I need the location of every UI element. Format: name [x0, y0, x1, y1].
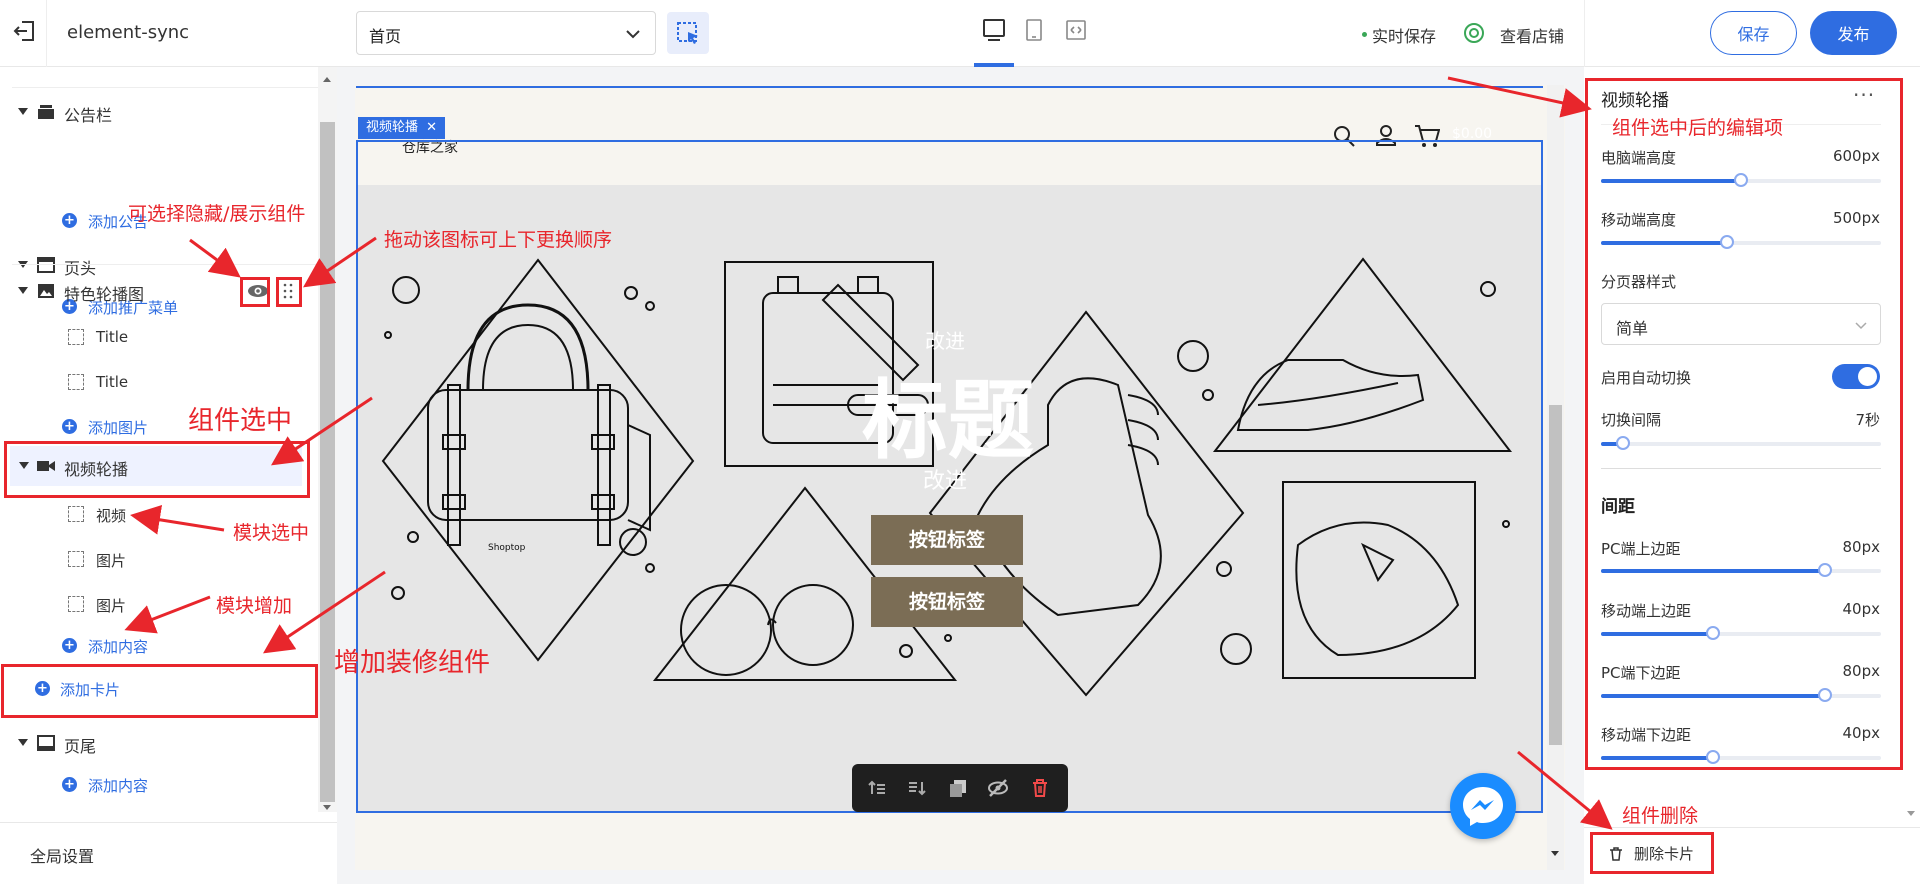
annotation-box-settings-panel	[1585, 78, 1903, 770]
header-divider-right	[1584, 0, 1585, 67]
messenger-chat-button[interactable]	[1450, 773, 1516, 839]
tree-block-label: Title	[96, 328, 129, 346]
scrollbar-thumb[interactable]	[320, 122, 335, 802]
editor-app: element-sync 首页 实时保存 查看店铺 保存 发布 公告栏 + 添加…	[0, 0, 1920, 884]
select-element-button[interactable]	[667, 12, 709, 54]
panel-scrollbar[interactable]	[1902, 67, 1920, 827]
add-label: 添加内容	[88, 777, 149, 795]
component-toolbar	[852, 764, 1068, 812]
selection-top-edge	[356, 86, 1543, 88]
active-view-indicator	[974, 63, 1014, 67]
add-label: 添加内容	[88, 638, 149, 656]
tree-divider	[12, 264, 318, 265]
tree-section-label: 页尾	[64, 737, 97, 756]
save-button[interactable]: 保存	[1710, 11, 1797, 55]
caret-down-icon[interactable]	[18, 287, 28, 294]
selected-component-tag[interactable]: 视频轮播 ✕	[358, 117, 446, 139]
tree-block-title[interactable]: Title	[0, 364, 318, 400]
page-select[interactable]: 首页	[356, 11, 656, 55]
top-header: element-sync 首页 实时保存 查看店铺 保存 发布	[0, 0, 1920, 67]
scroll-down-icon[interactable]	[1906, 810, 1916, 818]
tablet-view-icon[interactable]	[1020, 16, 1048, 44]
tree-section-featured-slideshow[interactable]: 特色轮播图	[0, 271, 318, 311]
header-divider	[46, 0, 47, 67]
annotation-add-component: 增加装修组件	[334, 648, 491, 678]
publish-button[interactable]: 发布	[1810, 11, 1897, 55]
exit-icon[interactable]	[12, 18, 38, 44]
scrollbar-thumb[interactable]	[1549, 405, 1562, 745]
global-settings-label: 全局设置	[30, 847, 95, 866]
duplicate-icon[interactable]	[947, 777, 969, 799]
tree-block-label: Title	[96, 373, 129, 391]
plus-icon: +	[62, 419, 77, 434]
annotation-box-selected-component	[4, 441, 310, 498]
trash-icon[interactable]	[1029, 777, 1051, 799]
cursor-select-icon	[677, 22, 698, 44]
desktop-view-icon[interactable]	[980, 16, 1008, 44]
chevron-down-icon	[626, 30, 640, 39]
caret-down-icon[interactable]	[18, 108, 28, 115]
annotation-hide-show: 可选择隐藏/展示组件	[128, 203, 306, 225]
annotation-edit-items: 组件选中后的编辑项	[1612, 117, 1784, 139]
tree-section-footer[interactable]: 页尾	[0, 723, 318, 763]
block-icon	[68, 329, 84, 345]
hide-icon[interactable]	[987, 777, 1009, 799]
view-store-icon[interactable]	[1462, 21, 1486, 45]
tree-block-label: 视频	[96, 507, 127, 525]
global-settings-button[interactable]: 全局设置	[0, 822, 337, 884]
plus-icon: +	[62, 213, 77, 228]
image-icon	[38, 284, 54, 298]
tree-section-label: 特色轮播图	[64, 285, 145, 304]
block-icon	[68, 506, 84, 522]
view-store-link[interactable]: 查看店铺	[1500, 23, 1564, 47]
annotation-box-add-card	[1, 664, 318, 718]
annotation-box-eye	[240, 277, 270, 307]
scroll-down-icon[interactable]	[1550, 850, 1560, 858]
autosave-status-dot	[1362, 32, 1367, 37]
annotation-drag: 拖动该图标可上下更换顺序	[384, 229, 613, 251]
page-select-value: 首页	[369, 27, 402, 46]
move-down-icon[interactable]	[906, 777, 928, 799]
annotation-module-selected: 模块选中	[233, 522, 310, 544]
tree-divider	[12, 87, 318, 88]
close-icon[interactable]: ✕	[426, 120, 437, 135]
tree-section-announcement[interactable]: 公告栏	[0, 92, 318, 132]
sidebar-scrollbar[interactable]	[318, 67, 337, 812]
selected-tag-label: 视频轮播	[366, 120, 419, 135]
block-icon	[68, 374, 84, 390]
scroll-up-icon[interactable]	[322, 75, 332, 83]
tree-block-image[interactable]: 图片	[0, 541, 318, 577]
annotation-module-add: 模块增加	[216, 595, 293, 617]
announcement-icon	[38, 105, 54, 119]
block-icon	[68, 596, 84, 612]
annotation-delete-component: 组件删除	[1622, 805, 1699, 827]
tree-block-label: 图片	[96, 552, 127, 570]
tree-block-title[interactable]: Title	[0, 319, 318, 355]
canvas-scrollbar[interactable]	[1547, 85, 1564, 870]
scroll-down-icon[interactable]	[322, 804, 332, 812]
tree-block-label: 图片	[96, 597, 127, 615]
autosave-status: 实时保存	[1372, 27, 1437, 46]
plus-icon: +	[62, 777, 77, 792]
add-footer-content-button[interactable]: + 添加内容	[0, 767, 318, 803]
messenger-icon	[1463, 787, 1503, 826]
annotation-component-selected: 组件选中	[188, 406, 293, 436]
annotation-box-drag	[276, 277, 302, 307]
footer-layout-icon	[37, 735, 55, 751]
plus-icon: +	[62, 638, 77, 653]
move-up-icon[interactable]	[866, 777, 888, 799]
caret-down-icon[interactable]	[18, 739, 28, 746]
block-icon	[68, 551, 84, 567]
add-label: 添加图片	[88, 419, 149, 437]
annotation-box-delete	[1590, 832, 1714, 874]
app-name: element-sync	[67, 22, 190, 43]
add-content-button[interactable]: + 添加内容	[0, 628, 318, 664]
tree-section-label: 公告栏	[64, 106, 113, 125]
fullwidth-view-icon[interactable]	[1062, 16, 1090, 44]
